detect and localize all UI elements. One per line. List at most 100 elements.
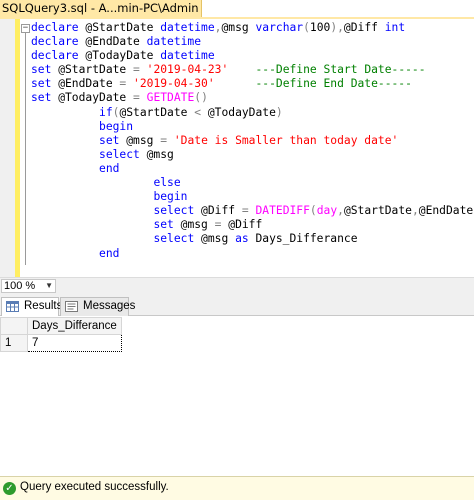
code-line[interactable]: else: [31, 176, 474, 190]
code-line[interactable]: if(@StartDate < @TodayDate): [31, 106, 474, 120]
code-token: '2019-04-23': [146, 63, 229, 77]
code-token: '2019-04-30': [133, 77, 215, 91]
code-token: datetime: [160, 21, 215, 34]
code-line[interactable]: end: [31, 162, 474, 176]
code-line[interactable]: set @TodayDate = GETDATE(): [31, 91, 474, 105]
code-token: =: [241, 204, 249, 218]
code-token: DATEDIFF: [255, 204, 310, 218]
code-token: @TodayDate: [201, 105, 276, 119]
code-token: Days_Differance: [248, 232, 358, 246]
code-token: =: [133, 91, 140, 105]
code-token: declare: [31, 21, 79, 34]
code-line[interactable]: begin: [31, 120, 474, 134]
code-token: @EndDate: [51, 77, 120, 91]
document-tab-title: SQLQuery3.sql - A...min-PC\Admin (52))*: [2, 1, 201, 15]
results-grid-area[interactable]: Days_Differance 1 7: [0, 316, 474, 474]
code-line[interactable]: declare @StartDate datetime,@msg varchar…: [31, 21, 474, 35]
table-cell[interactable]: 7: [27, 334, 122, 352]
code-line[interactable]: declare @EndDate datetime: [31, 35, 474, 49]
outline-line: [25, 33, 26, 265]
zoom-value: 100 %: [4, 280, 36, 292]
tab-messages[interactable]: Messages: [60, 297, 135, 316]
code-token: datetime: [160, 49, 215, 63]
grid-corner-cell[interactable]: [0, 317, 28, 335]
code-token: @TodayDate: [78, 49, 161, 63]
tab-results-label: Results: [24, 300, 63, 312]
code-token: end: [99, 161, 120, 175]
code-line[interactable]: select @msg as Days_Differance: [31, 232, 474, 246]
grid-header-row: Days_Differance: [0, 317, 122, 335]
horizontal-scrollbar[interactable]: [58, 279, 472, 293]
code-token: select: [99, 147, 140, 161]
outline-margin: [20, 19, 21, 277]
code-token: @EndDate: [418, 204, 474, 218]
code-line[interactable]: set @StartDate = '2019-04-23' ---Define …: [31, 63, 474, 77]
code-line[interactable]: select @msg: [31, 148, 474, 162]
zoom-dropdown[interactable]: 100 % ▼: [1, 279, 56, 293]
code-token: ): [275, 105, 283, 119]
code-token: @msg: [221, 21, 256, 34]
code-line[interactable]: declare @TodayDate datetime: [31, 49, 474, 63]
tab-results[interactable]: Results: [1, 297, 63, 316]
code-line[interactable]: end: [31, 247, 474, 261]
code-token: int: [384, 21, 406, 34]
collapse-symbol: −: [22, 23, 29, 33]
editor-bottom-bar: 100 % ▼: [0, 277, 474, 294]
code-token: select: [153, 232, 195, 246]
status-text: Query executed successfully.: [20, 481, 169, 493]
code-line[interactable]: begin: [31, 190, 474, 204]
code-token: ,: [337, 204, 344, 218]
code-token: @StartDate: [119, 105, 195, 119]
table-row[interactable]: 1 7: [0, 334, 122, 352]
status-bar: ✓ Query executed successfully.: [0, 476, 474, 500]
document-tab-strip: SQLQuery3.sql - A...min-PC\Admin (52))*: [0, 0, 474, 17]
code-line[interactable]: set @EndDate = '2019-04-30' ---Define En…: [31, 77, 474, 91]
code-token: @Diff: [221, 218, 263, 232]
code-token: if: [99, 105, 113, 119]
chevron-down-icon: ▼: [45, 281, 53, 290]
code-token: ---Define Start Date-----: [255, 63, 426, 77]
code-token: @TodayDate: [51, 91, 134, 105]
code-token: GETDATE: [146, 91, 195, 105]
results-tab-bar: Results Messages: [0, 294, 474, 316]
code-token: ---Define End Date-----: [255, 77, 412, 91]
code-token: (): [194, 91, 208, 105]
code-token: else: [153, 176, 181, 190]
code-line[interactable]: set @msg = 'Date is Smaller than today d…: [31, 134, 474, 148]
query-editor[interactable]: − declare @StartDate datetime, @msg varch…: [0, 19, 474, 277]
code-line[interactable]: set @msg = @Diff: [31, 218, 474, 232]
code-token: set: [99, 133, 120, 147]
code-token: set: [153, 218, 174, 232]
code-token: declare: [31, 49, 79, 63]
code-token: set: [31, 77, 52, 91]
code-token: as: [235, 232, 249, 246]
row-number[interactable]: 1: [0, 334, 28, 352]
code-line[interactable]: select @Diff = DATEDIFF(day,@StartDate,@…: [31, 204, 474, 218]
code-text[interactable]: declare @StartDate datetime, @msg varchar…: [31, 21, 474, 261]
code-token: @Diff: [343, 21, 385, 34]
column-header[interactable]: Days_Differance: [27, 317, 122, 335]
code-token: set: [31, 91, 52, 105]
document-tab[interactable]: SQLQuery3.sql - A...min-PC\Admin (52))*: [0, 0, 202, 17]
tab-messages-label: Messages: [83, 300, 136, 312]
code-token: 100: [309, 21, 331, 34]
code-token: @msg: [139, 147, 174, 161]
results-grid[interactable]: Days_Differance 1 7: [0, 317, 122, 352]
code-token: datetime: [146, 35, 202, 49]
grid-icon: [6, 301, 19, 312]
collapse-icon[interactable]: −: [21, 24, 30, 33]
code-token: set: [31, 63, 52, 77]
code-token: select: [153, 204, 195, 218]
code-token: begin: [153, 190, 188, 204]
